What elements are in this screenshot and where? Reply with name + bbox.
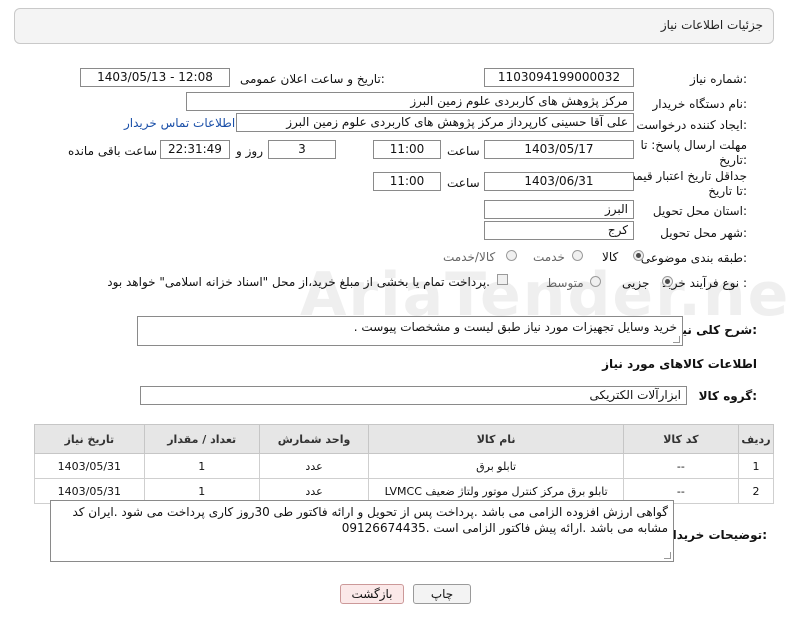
category-goods-label: کالا [602, 250, 619, 264]
city-label: شهر محل تحویل: [660, 226, 747, 240]
process-medium-radio[interactable] [590, 276, 601, 287]
table-row[interactable]: 1 -- تابلو برق عدد 1 1403/05/31 [34, 453, 775, 479]
cell-row: 2 [737, 478, 775, 504]
goods-group-label: گروه کالا: [698, 389, 757, 403]
cell-row: 1 [737, 453, 775, 479]
province-label: استان محل تحویل: [652, 204, 747, 218]
process-medium-label: متوسط [546, 276, 584, 290]
need-number-field[interactable]: 1103094199000032 [484, 68, 634, 87]
back-button[interactable]: بازگشت [340, 584, 404, 604]
buyer-notes-label: توضیحات خریدار: [665, 528, 767, 542]
remaining-label: ساعت باقی مانده [68, 144, 158, 158]
validity-hour-label: ساعت [447, 176, 480, 190]
buyer-label: نام دستگاه خریدار: [652, 97, 748, 111]
creator-field[interactable]: علی آقا حسینی کارپرداز مرکز پژوهش های کا… [236, 113, 634, 132]
category-label: طبقه بندی موضوعی: [640, 251, 747, 265]
category-goods-radio[interactable] [633, 250, 644, 261]
cell-name: تابلو برق [368, 453, 624, 479]
col-date: تاریخ نیاز [34, 424, 145, 454]
goods-section-title: اطلاعات کالاهای مورد نیاز [602, 357, 757, 371]
print-button[interactable]: چاپ [413, 584, 471, 604]
process-minor-label: جزیی [622, 276, 650, 290]
days-field[interactable]: 3 [268, 140, 336, 159]
announce-field[interactable]: 1403/05/13 - 12:08 [80, 68, 230, 87]
days-label: روز و [236, 144, 263, 158]
table-header-row: ردیف کد کالا نام کالا واحد شمارش تعداد /… [34, 424, 775, 454]
city-field[interactable]: کرج [484, 221, 634, 240]
validity-date-field[interactable]: 1403/06/31 [484, 172, 634, 191]
remaining-time-field[interactable]: 22:31:49 [160, 140, 230, 159]
deadline-date-field[interactable]: 1403/05/17 [484, 140, 634, 159]
goods-group-field[interactable]: ابزارآلات الکتریکی [140, 386, 687, 405]
col-unit: واحد شمارش [258, 424, 370, 454]
treasury-payment-checkbox[interactable] [497, 274, 508, 285]
cell-unit: عدد [258, 453, 370, 479]
creator-label: ایجاد کننده درخواست: [636, 118, 747, 132]
buyer-field[interactable]: مرکز پژوهش های کاربردی علوم زمین البرز [186, 92, 634, 111]
category-goods-service-label: کالا/خدمت [443, 250, 496, 264]
col-qty: تعداد / مقدار [143, 424, 260, 454]
col-code: کد کالا [622, 424, 739, 454]
cell-qty: 1 [143, 453, 260, 479]
cell-code: -- [622, 453, 739, 479]
process-minor-radio[interactable] [662, 276, 673, 287]
announce-label: تاریخ و ساعت اعلان عمومی: [240, 72, 385, 86]
need-number-label: شماره نیاز: [689, 72, 747, 86]
col-row: ردیف [737, 424, 775, 454]
validity-time-field[interactable]: 11:00 [373, 172, 441, 191]
page-title: جزئیات اطلاعات نیاز [660, 18, 763, 32]
category-service-label: خدمت [533, 250, 565, 264]
category-goods-service-radio[interactable] [506, 250, 517, 261]
province-field[interactable]: البرز [484, 200, 634, 219]
goods-table: ردیف کد کالا نام کالا واحد شمارش تعداد /… [34, 424, 775, 504]
contact-buyer-link[interactable]: اطلاعات تماس خریدار [124, 116, 235, 130]
buyer-notes-field[interactable]: گواهی ارزش افزوده الزامی می باشد .پرداخت… [50, 500, 674, 562]
deadline-label: مهلت ارسال پاسخ: تا تاریخ: [640, 138, 747, 167]
process-label: نوع فرآیند خرید : [662, 276, 747, 290]
deadline-time-field[interactable]: 11:00 [373, 140, 441, 159]
col-name: نام کالا [368, 424, 624, 454]
deadline-hour-label: ساعت [447, 144, 480, 158]
cell-date: 1403/05/31 [34, 453, 145, 479]
treasury-payment-note: پرداخت تمام یا بخشی از مبلغ خرید،از محل … [107, 275, 490, 289]
validity-label: جداقل تاریخ اعتبار قیمت: تا تاریخ: [620, 169, 747, 198]
description-label: شرح کلی نیاز: [671, 323, 757, 337]
description-field[interactable]: خرید وسایل تجهیزات مورد نیاز طبق لیست و … [137, 316, 683, 346]
category-service-radio[interactable] [572, 250, 583, 261]
